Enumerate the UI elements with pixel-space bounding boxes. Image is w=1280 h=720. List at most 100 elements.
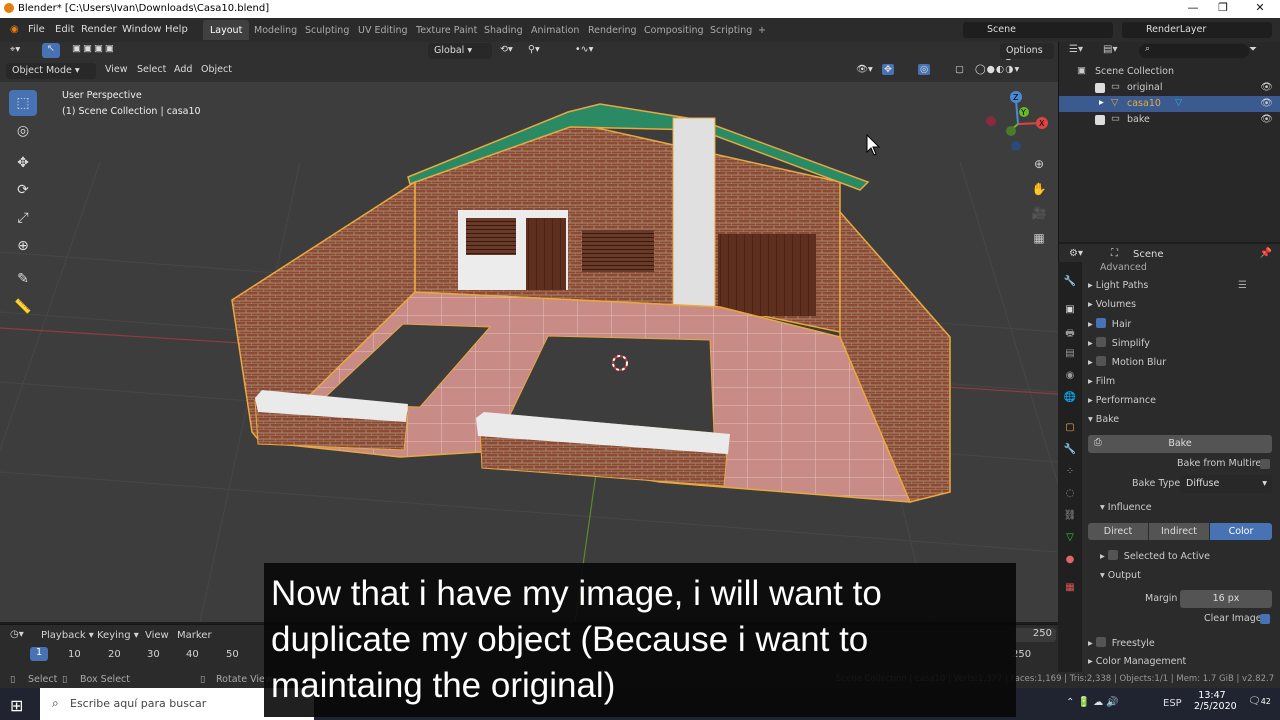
bake-from-multires-checkbox[interactable] [1260,459,1270,469]
snap-icon[interactable]: ⚲▾ [528,44,540,55]
section-hair[interactable]: ▸ Hair [1088,318,1131,330]
constraints-tab-icon[interactable]: ⛓ [1063,510,1077,524]
marker-menu[interactable]: Marker [177,630,212,641]
select-box-tool-icon[interactable]: ⬚ [9,90,37,116]
language-indicator[interactable]: ESP [1163,698,1182,709]
select-tool-icon[interactable]: ↖ [42,43,60,58]
bake-type-dropdown[interactable]: Diffuse ▾ [1180,475,1272,493]
select-menu[interactable]: Select [137,64,166,75]
scale-tool-icon[interactable]: ⤢ [9,205,37,231]
object-tab-icon[interactable]: ▢ [1063,422,1077,436]
keying-menu[interactable]: Keying ▾ [97,630,139,641]
editor-type-icon[interactable]: ⌖▾ [10,44,20,55]
timeline-editor-icon[interactable]: ◷▾ [10,629,24,640]
scene-tab-icon[interactable]: ◉ [1063,370,1077,384]
view-menu[interactable]: View [105,64,128,75]
notifications-icon[interactable]: 🗨42 [1248,696,1271,707]
section-film[interactable]: ▸ Film [1088,376,1115,387]
section-motion-blur[interactable]: ▸ Motion Blur [1088,356,1166,368]
tool-tab-icon[interactable]: 🔧 [1063,276,1077,290]
simplify-checkbox[interactable] [1095,337,1106,347]
pin-icon[interactable]: 📌 [1260,248,1272,259]
eye-icon[interactable]: 👁 [1260,98,1273,109]
view-layer-selector[interactable]: RenderLayer [1122,22,1272,38]
move-tool-icon[interactable]: ✥ [9,150,37,176]
texture-tab-icon[interactable]: ▦ [1063,582,1077,596]
particles-tab-icon[interactable]: ⁘ [1063,466,1077,480]
xray-icon[interactable]: ▢ [955,64,964,75]
selection-mode-icons[interactable]: ▣▣▣▣ [72,43,116,54]
section-light-paths[interactable]: ▸ Light Paths [1088,280,1148,291]
workspace-tab-animation[interactable]: Animation [524,20,586,40]
current-frame-indicator[interactable]: 1 [30,647,48,661]
minimize-button[interactable]: — [1176,1,1210,17]
freestyle-checkbox[interactable] [1095,637,1106,647]
subsection-output[interactable]: ▾ Output [1100,570,1141,581]
perspective-toggle-icon[interactable]: ▦ [1028,227,1050,249]
subsection-selected-to-active[interactable]: ▸ Selected to Active [1100,550,1210,562]
workspace-tab-rendering[interactable]: Rendering [581,20,644,40]
3d-viewport[interactable]: X Z Y [0,82,1058,622]
influence-color-toggle[interactable]: Color [1210,523,1272,540]
options-dropdown[interactable]: Options ▾ [1000,43,1054,67]
scene-selector[interactable]: Scene [963,22,1113,38]
navigation-gizmo[interactable]: X Z Y [986,91,1048,151]
workspace-tab-modeling[interactable]: Modeling [247,20,304,40]
section-bake[interactable]: ▾ Bake [1088,414,1119,425]
output-tab-icon[interactable]: 🖶 [1063,326,1077,340]
workspace-tab-sculpting[interactable]: Sculpting [298,20,356,40]
outliner-scene-collection[interactable]: ▣ Scene Collection [1059,64,1280,80]
menu-edit[interactable]: Edit [55,24,74,35]
gizmo-toggle-icon[interactable]: ✥ [882,64,894,75]
annotate-tool-icon[interactable]: ✎ [9,266,37,292]
mode-dropdown[interactable]: Object Mode ▾ [6,63,96,79]
outliner-item-original[interactable]: ▭ original 👁 [1059,80,1280,96]
influence-indirect-toggle[interactable]: Indirect [1149,523,1209,540]
properties-editor-icon[interactable]: ⚙▾ [1069,248,1083,259]
physics-tab-icon[interactable]: ◌ [1063,488,1077,502]
section-performance[interactable]: ▸ Performance [1088,395,1156,406]
blender-menu-icon[interactable]: ◉ [10,24,19,35]
influence-direct-toggle[interactable]: Direct [1088,523,1148,540]
material-tab-icon[interactable]: ● [1063,554,1077,568]
transform-orientation-dropdown[interactable]: Global ▾ [428,43,492,59]
end-frame-field[interactable]: 250 [1012,628,1056,642]
modifier-tab-icon[interactable]: 🔧 [1063,444,1077,458]
section-advanced[interactable]: Advanced [1100,262,1147,273]
section-freestyle[interactable]: ▸ Freestyle [1088,637,1155,649]
proportional-edit-icon[interactable]: •∿▾ [575,44,593,55]
overlay-toggle-icon[interactable]: ◎ [918,64,931,75]
camera-view-icon[interactable]: 🎥 [1028,202,1050,224]
data-tab-icon[interactable]: ▽ [1063,532,1077,546]
section-volumes[interactable]: ▸ Volumes [1088,299,1136,310]
transform-tool-icon[interactable]: ⊕ [9,233,37,259]
clear-image-checkbox[interactable] [1260,614,1270,624]
filter-icon[interactable]: ⏷ [1249,44,1257,55]
eye-icon[interactable]: 👁 [1260,82,1273,93]
object-menu[interactable]: Object [201,64,232,75]
motion-blur-checkbox[interactable] [1095,356,1106,366]
workspace-tab-shading[interactable]: Shading [477,20,530,40]
outliner-search-input[interactable]: ⌕ [1139,44,1249,58]
section-simplify[interactable]: ▸ Simplify [1088,337,1150,349]
workspace-tab-compositing[interactable]: Compositing [637,20,711,40]
zoom-icon[interactable]: ⊕ [1028,153,1050,175]
workspace-tab-texture-paint[interactable]: Texture Paint [409,20,484,40]
render-tab-icon[interactable]: ▣ [1063,304,1077,318]
selected-to-active-checkbox[interactable] [1107,550,1118,560]
rotate-tool-icon[interactable]: ⟳ [9,177,37,203]
checkbox[interactable] [1095,83,1105,93]
display-mode-icon[interactable]: ▤▾ [1103,44,1117,55]
workspace-tab-uv-editing[interactable]: UV Editing [351,20,415,40]
menu-render[interactable]: Render [81,24,117,35]
list-icon[interactable]: ☰ [1238,280,1247,291]
outliner-item-casa10[interactable]: ▸ ▽ casa10 ▽ 👁 [1059,96,1280,112]
maximize-button[interactable]: ❐ [1206,1,1240,17]
subsection-influence[interactable]: ▾ Influence [1100,502,1152,513]
shading-modes-icon[interactable]: ◯●◐◑▾ [975,64,1020,75]
outliner-item-bake[interactable]: ▭ bake 👁 [1059,112,1280,128]
cursor-tool-icon[interactable]: ◎ [9,118,37,144]
section-color-management[interactable]: ▸ Color Management [1088,656,1186,667]
visibility-icon[interactable]: 👁▾ [856,64,873,75]
workspace-tab-layout[interactable]: Layout [203,20,250,40]
